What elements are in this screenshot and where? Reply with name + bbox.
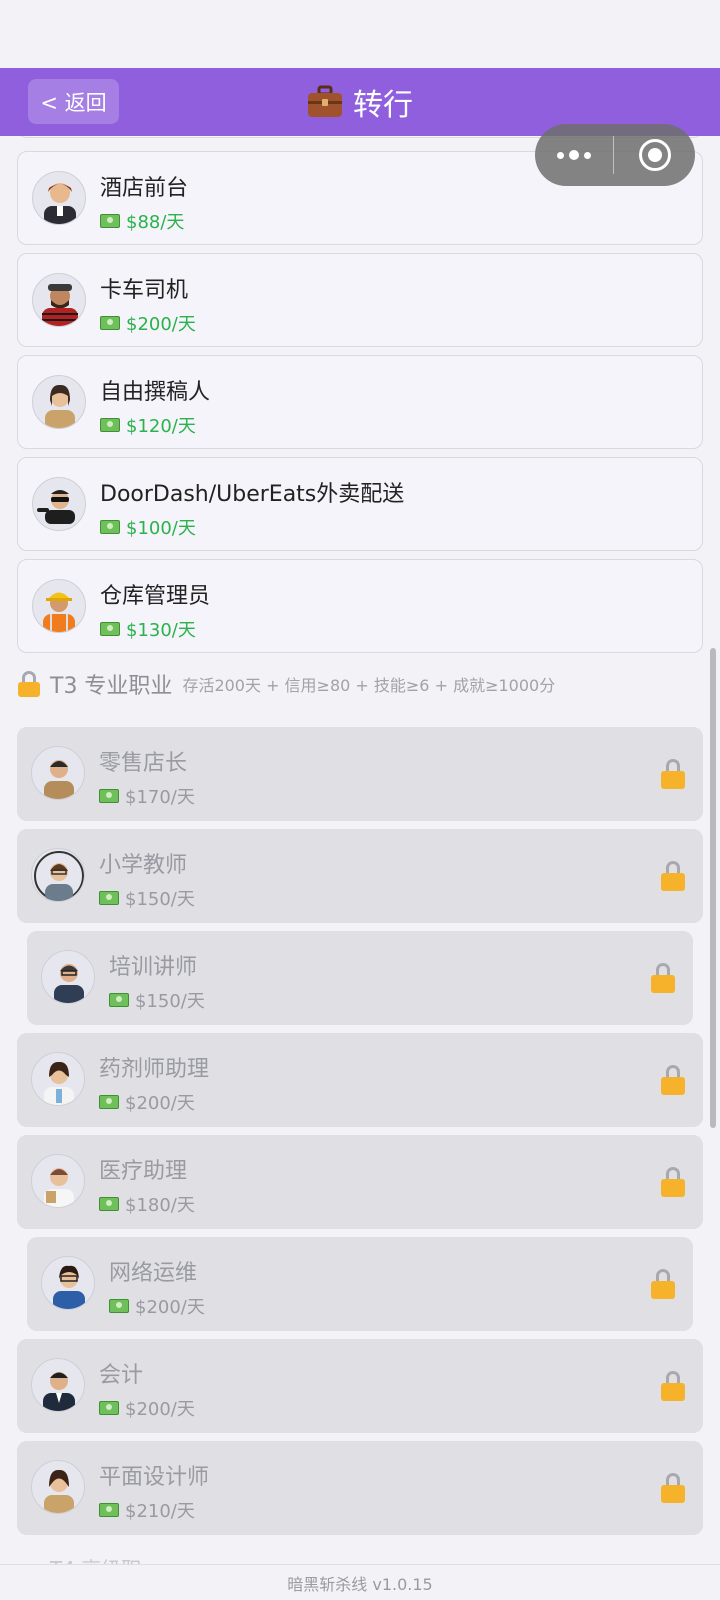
job-name: 药剂师助理 (99, 1057, 210, 1082)
job-name: 医疗助理 (99, 1159, 188, 1184)
truck-driver-avatar (32, 273, 86, 327)
job-name: 网络运维 (109, 1261, 198, 1286)
job-salary: $200/天 (100, 310, 196, 336)
pharmacist-assistant-avatar (31, 1052, 85, 1106)
locked-job-card[interactable]: 零售店长 $170/天 (17, 727, 703, 821)
locked-job-card[interactable]: 平面设计师 $210/天 (17, 1441, 703, 1535)
version-footer: 暗黑斩杀线 v1.0.15 (0, 1564, 720, 1600)
trainer-avatar (41, 950, 95, 1004)
delivery-rider-avatar (32, 477, 86, 531)
locked-job-card[interactable]: 小学教师 $150/天 (17, 829, 703, 923)
job-salary: $200/天 (99, 1395, 195, 1421)
section-requirement: 存活200天 + 信用≥80 + 技能≥6 + 成就≥1000分 (182, 676, 556, 695)
job-card[interactable]: DoorDash/UberEats外卖配送 $100/天 (17, 457, 703, 551)
cash-icon (100, 622, 120, 636)
job-name: 仓库管理员 (100, 584, 211, 609)
cash-icon (100, 316, 120, 330)
retail-manager-avatar (31, 746, 85, 800)
job-name: 小学教师 (99, 853, 188, 878)
cash-icon (100, 418, 120, 432)
locked-job-card[interactable]: 网络运维 $200/天 (27, 1237, 693, 1331)
network-ops-avatar (41, 1256, 95, 1310)
cash-icon (99, 1095, 119, 1109)
job-salary: $180/天 (99, 1191, 195, 1217)
lock-icon (18, 671, 40, 697)
job-name: 卡车司机 (100, 278, 189, 303)
cash-icon (109, 993, 129, 1007)
cash-icon (100, 214, 120, 228)
cash-icon (109, 1299, 129, 1313)
medical-assistant-avatar (31, 1154, 85, 1208)
warehouse-manager-avatar (32, 579, 86, 633)
lock-icon (651, 1269, 675, 1299)
locked-job-card[interactable]: 培训讲师 $150/天 (27, 931, 693, 1025)
locked-job-card[interactable]: 医疗助理 $180/天 (17, 1135, 703, 1229)
target-close-icon[interactable] (614, 139, 695, 171)
lock-icon (661, 1473, 685, 1503)
job-salary: $120/天 (100, 412, 196, 438)
locked-job-card[interactable]: 药剂师助理 $200/天 (17, 1033, 703, 1127)
job-name: 零售店长 (99, 751, 188, 776)
job-salary: $200/天 (109, 1293, 205, 1319)
job-name: 酒店前台 (100, 176, 189, 201)
job-salary: $100/天 (100, 514, 196, 540)
job-name: 会计 (99, 1363, 144, 1388)
page-title: 转行 (353, 88, 413, 123)
status-bar-area (0, 0, 720, 68)
graphic-designer-avatar (31, 1460, 85, 1514)
cash-icon (99, 789, 119, 803)
teacher-avatar (31, 848, 85, 902)
accountant-avatar (31, 1358, 85, 1412)
more-dots-icon[interactable] (535, 150, 613, 160)
job-salary: $210/天 (99, 1497, 195, 1523)
lock-icon (661, 1371, 685, 1401)
job-card[interactable]: 卡车司机 $200/天 (17, 253, 703, 347)
cash-icon (99, 1503, 119, 1517)
freelance-writer-avatar (32, 375, 86, 429)
job-salary: $88/天 (100, 208, 184, 234)
job-name: 培训讲师 (109, 955, 198, 980)
job-name: 自由撰稿人 (100, 380, 211, 405)
job-salary: $200/天 (99, 1089, 195, 1115)
lock-icon (651, 963, 675, 993)
lock-icon (661, 759, 685, 789)
section-title: T3 专业职业 (50, 674, 173, 699)
job-name: 平面设计师 (99, 1465, 210, 1490)
cash-icon (99, 1197, 119, 1211)
job-salary: $170/天 (99, 783, 195, 809)
cash-icon (100, 520, 120, 534)
job-salary: $130/天 (100, 616, 196, 642)
scrollbar[interactable] (710, 648, 716, 1128)
cash-icon (99, 1401, 119, 1415)
cash-icon (99, 891, 119, 905)
briefcase-icon (308, 85, 342, 117)
job-salary: $150/天 (109, 987, 205, 1013)
locked-job-card[interactable]: 会计 $200/天 (17, 1339, 703, 1433)
job-card[interactable]: 自由撰稿人 $120/天 (17, 355, 703, 449)
lock-icon (661, 1065, 685, 1095)
job-card[interactable]: 仓库管理员 $130/天 (17, 559, 703, 653)
job-name: DoorDash/UberEats外卖配送 (100, 482, 405, 507)
tier-section-header: T3 专业职业 存活200天 + 信用≥80 + 技能≥6 + 成就≥1000分 (18, 668, 555, 700)
hotel-receptionist-avatar (32, 171, 86, 225)
lock-icon (661, 1167, 685, 1197)
lock-icon (661, 861, 685, 891)
miniprogram-capsule (535, 124, 695, 186)
job-salary: $150/天 (99, 885, 195, 911)
